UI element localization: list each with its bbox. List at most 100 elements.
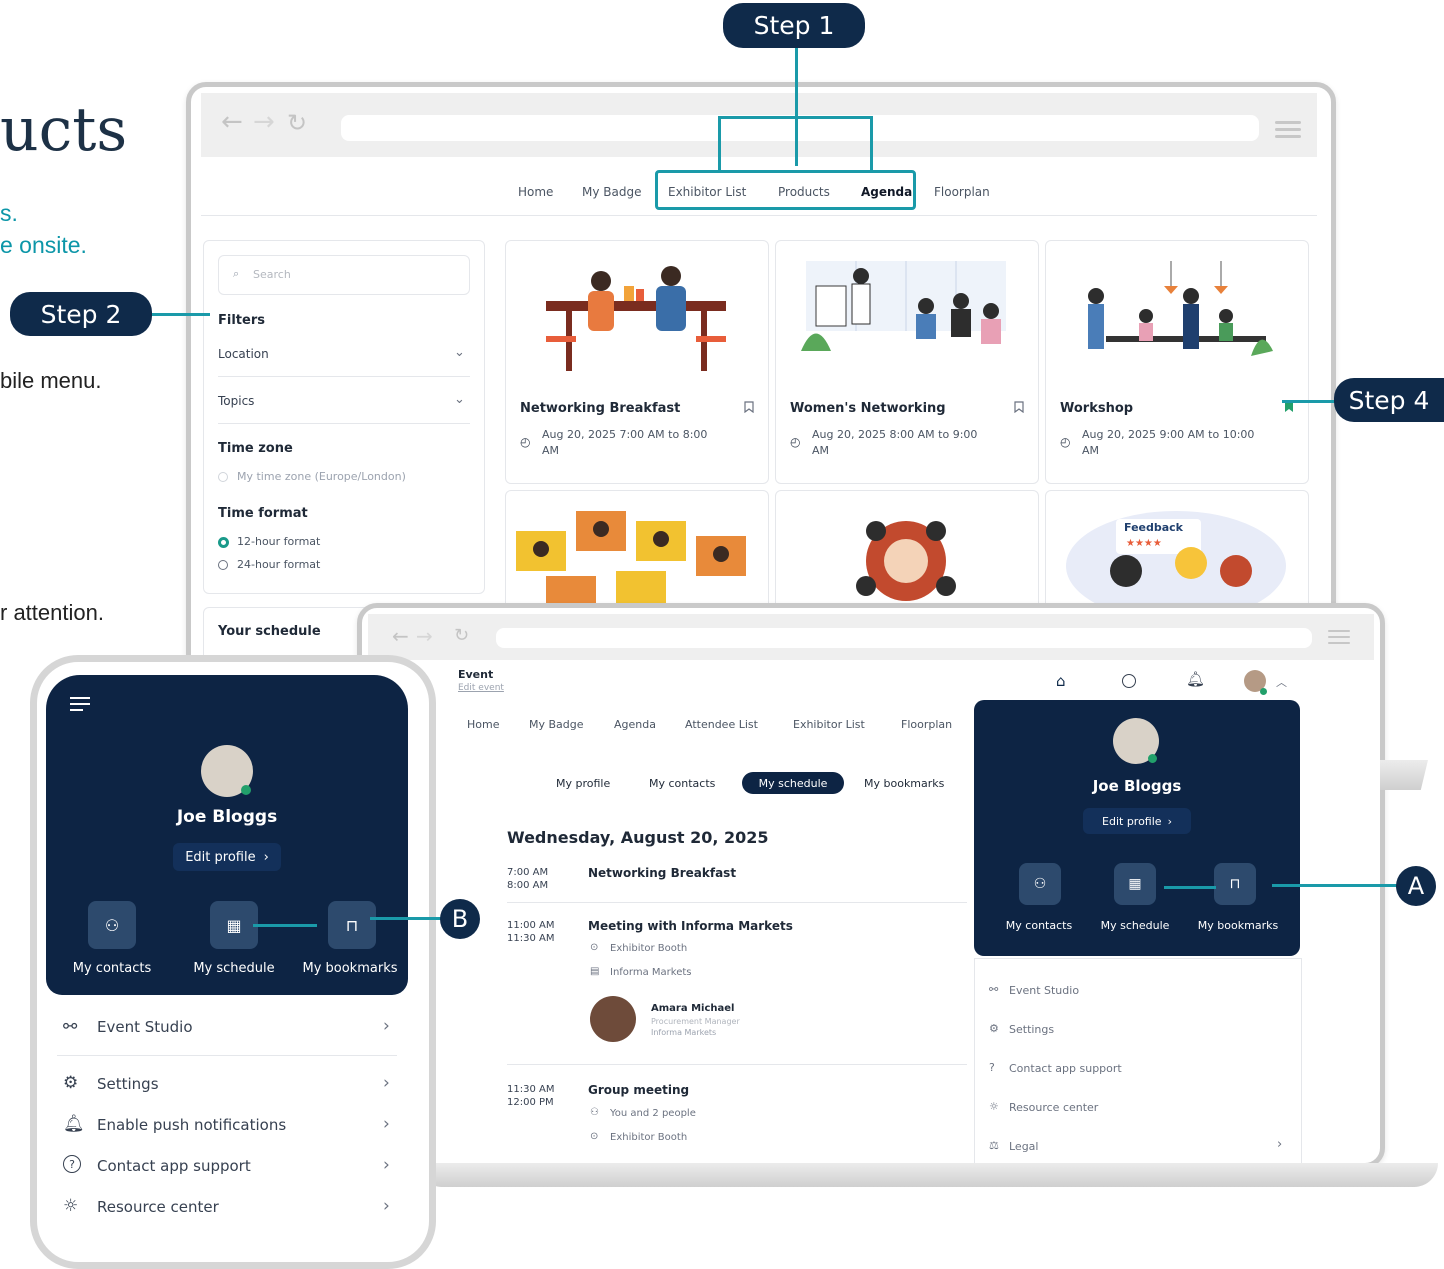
action-label-my-contacts[interactable]: My contacts [994, 919, 1084, 932]
session-location: Exhibitor Booth [610, 943, 688, 954]
radio-selected[interactable] [218, 537, 229, 548]
bookmark-icon[interactable]: ⊓ [1214, 863, 1256, 905]
session-company: Informa Markets [610, 967, 692, 978]
calendar-check-icon[interactable]: ▦ [210, 901, 258, 949]
address-bar[interactable] [496, 628, 1312, 648]
intro-line-2: e onsite. [0, 232, 87, 258]
tab-my-profile[interactable]: My profile [556, 777, 610, 790]
step-2-callout: Step 2 [10, 292, 152, 336]
bell-icon[interactable]: 🔔︎ [1186, 670, 1205, 688]
edit-profile-button[interactable]: Edit profile › [173, 843, 281, 871]
menu-settings[interactable]: Settings [1009, 1023, 1054, 1036]
action-label-my-schedule[interactable]: My schedule [1090, 919, 1180, 932]
chevron-right-icon[interactable]: › [1277, 1137, 1282, 1152]
bookmark-icon[interactable] [744, 401, 754, 413]
online-indicator [1260, 688, 1267, 695]
nav-exhibitor-list[interactable]: Exhibitor List [793, 718, 865, 731]
back-icon[interactable]: ← [392, 624, 409, 648]
hamburger-menu-icon[interactable] [70, 697, 90, 711]
connector-line [152, 313, 210, 316]
chevron-right-icon[interactable]: › [383, 1196, 390, 1216]
nav-my-badge[interactable]: My Badge [582, 185, 641, 199]
action-label-my-bookmarks[interactable]: My bookmarks [294, 961, 406, 976]
filter-location[interactable]: Location [218, 347, 269, 361]
people-icon: ⚇ [590, 1107, 599, 1118]
menu-contact-support[interactable]: Contact app support [1009, 1062, 1122, 1075]
menu-resource-center[interactable]: Resource center [1009, 1101, 1098, 1114]
divider [507, 1064, 967, 1065]
browser-menu-icon[interactable] [1275, 117, 1301, 142]
connector-line [370, 917, 442, 920]
menu-legal[interactable]: Legal [1009, 1140, 1038, 1153]
chevron-down-icon[interactable]: ⌄ [454, 392, 465, 407]
schedule-date-heading: Wednesday, August 20, 2025 [507, 828, 769, 847]
session-location: Exhibitor Booth [610, 1132, 688, 1143]
edit-event-link[interactable]: Edit event [458, 683, 504, 693]
filter-topics[interactable]: Topics [218, 394, 254, 408]
nav-home[interactable]: Home [467, 718, 499, 731]
search-input[interactable]: ⌕ Search [218, 255, 470, 295]
menu-contact-support[interactable]: Contact app support [97, 1157, 251, 1175]
tab-my-schedule[interactable]: My schedule [742, 772, 844, 794]
radio-unselected[interactable] [218, 560, 228, 570]
menu-event-studio[interactable]: Event Studio [97, 1018, 193, 1036]
location-pin-icon: ⊙ [590, 942, 599, 953]
session-title[interactable]: Group meeting [588, 1083, 689, 1097]
menu-enable-push-notifications[interactable]: Enable push notifications [97, 1116, 286, 1134]
connector-line [1272, 884, 1400, 887]
action-label-my-schedule[interactable]: My schedule [178, 961, 290, 976]
reload-icon[interactable]: ↻ [454, 625, 469, 646]
bookmark-icon[interactable]: ⊓ [328, 901, 376, 949]
card-title: Networking Breakfast [520, 401, 681, 416]
contacts-icon[interactable]: ⚇ [1019, 863, 1061, 905]
reload-icon[interactable]: ↻ [287, 109, 307, 137]
chevron-right-icon[interactable]: › [383, 1073, 390, 1093]
time-zone-option: My time zone (Europe/London) [237, 470, 406, 483]
action-label-my-contacts[interactable]: My contacts [56, 961, 168, 976]
mobile-device: Joe Bloggs Edit profile › ⚇ ▦ ⊓ My contac… [30, 655, 436, 1269]
instruction-mobile-menu: bile menu. [0, 368, 102, 393]
time-zone-radio[interactable] [218, 472, 228, 482]
chat-icon[interactable] [1122, 674, 1136, 688]
edit-profile-button[interactable]: Edit profile › [1083, 808, 1191, 834]
chevron-down-icon[interactable]: ⌄ [454, 345, 465, 360]
bracket-line [870, 117, 873, 171]
nav-home[interactable]: Home [518, 185, 553, 199]
chevron-right-icon: › [263, 849, 269, 865]
nav-floorplan[interactable]: Floorplan [901, 718, 952, 731]
session-title[interactable]: Networking Breakfast [588, 866, 736, 880]
chevron-up-icon[interactable]: ︿ [1276, 674, 1287, 690]
session-card[interactable]: Workshop ◴ Aug 20, 2025 9:00 AM to 10:00… [1045, 240, 1309, 484]
calendar-check-icon[interactable]: ▦ [1114, 863, 1156, 905]
forward-icon[interactable]: → [416, 624, 433, 648]
browser-menu-icon[interactable] [1328, 626, 1350, 648]
chevron-right-icon[interactable]: › [383, 1016, 390, 1036]
session-title[interactable]: Meeting with Informa Markets [588, 919, 793, 933]
divider [507, 902, 967, 903]
divider [57, 1055, 397, 1056]
bookmark-icon[interactable] [1014, 401, 1024, 413]
tab-my-contacts[interactable]: My contacts [649, 777, 715, 790]
forward-icon[interactable]: → [253, 107, 275, 137]
callout-a: A [1396, 866, 1436, 906]
nav-floorplan[interactable]: Floorplan [934, 185, 990, 199]
home-icon[interactable]: ⌂ [1056, 672, 1066, 690]
action-label-my-bookmarks[interactable]: My bookmarks [1188, 919, 1288, 932]
nav-agenda[interactable]: Agenda [614, 718, 656, 731]
session-card[interactable]: Networking Breakfast ◴ Aug 20, 2025 7:00… [505, 240, 769, 484]
company-icon: ▤ [590, 966, 600, 977]
chevron-right-icon[interactable]: › [383, 1114, 390, 1134]
time-zone-heading: Time zone [218, 441, 293, 456]
menu-resource-center[interactable]: Resource center [97, 1198, 219, 1216]
contacts-icon[interactable]: ⚇ [88, 901, 136, 949]
back-icon[interactable]: ← [221, 107, 243, 137]
tab-my-bookmarks[interactable]: My bookmarks [864, 777, 944, 790]
chevron-right-icon[interactable]: › [383, 1155, 390, 1175]
nav-attendee-list[interactable]: Attendee List [685, 718, 758, 731]
online-indicator [241, 785, 251, 795]
menu-event-studio[interactable]: Event Studio [1009, 984, 1079, 997]
menu-settings[interactable]: Settings [97, 1075, 159, 1093]
person-name: Amara Michael [651, 1003, 735, 1014]
nav-my-badge[interactable]: My Badge [529, 718, 584, 731]
session-card[interactable]: Women's Networking ◴ Aug 20, 2025 8:00 A… [775, 240, 1039, 484]
